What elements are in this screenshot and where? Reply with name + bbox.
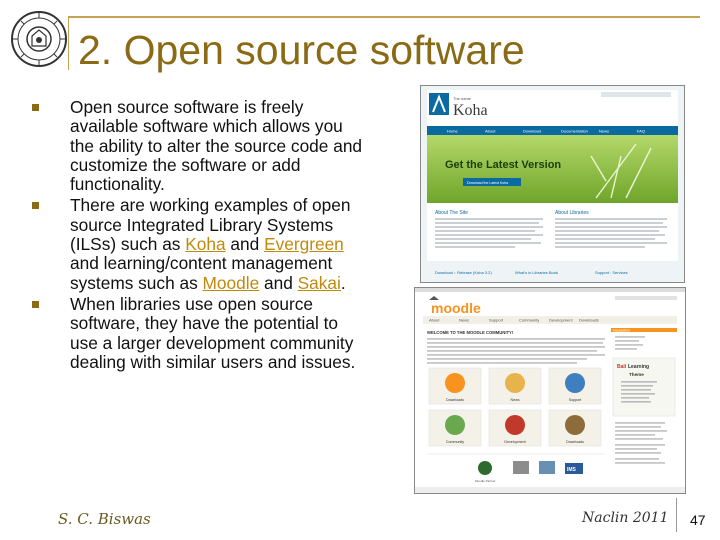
moodle-nav-item: About [429, 318, 440, 323]
moodle-nav-item: Development [549, 318, 573, 323]
moodle-partner: Moodle Partner [475, 479, 496, 483]
koha-logo-small: The name [453, 96, 472, 101]
koha-bottom-link: What's in Libraries Book [515, 270, 558, 275]
slide-title: 2. Open source software [78, 27, 525, 73]
bullet-text: and [259, 272, 298, 293]
bullet-item: When libraries use open source software,… [28, 293, 368, 372]
link-evergreen[interactable]: Evergreen [264, 234, 344, 254]
koha-nav-item: About [485, 129, 496, 134]
koha-nav-item: Download [523, 129, 541, 134]
moodle-welcome: WELCOME TO THE MOODLE COMMUNITY! [427, 330, 513, 335]
koha-nav-item: News [599, 129, 609, 134]
moodle-nav-item: News [459, 318, 469, 323]
svg-text:IMS: IMS [567, 467, 577, 473]
koha-nav-item: FAQ [637, 129, 645, 134]
moodle-tile-label: News [511, 398, 520, 402]
moodle-nav-item: Community [519, 318, 539, 323]
moodle-nav-item: Support [489, 318, 504, 323]
moodle-tile-icon [565, 415, 585, 435]
bullet-item: Open source software is freely available… [28, 97, 368, 195]
moodle-tile-label: Downloads [566, 440, 584, 444]
link-moodle[interactable]: Moodle [203, 273, 260, 293]
koha-page-image: The name Koha Home About Download Documenta… [421, 86, 684, 282]
koha-nav-item: Home [447, 129, 458, 134]
moodle-tile-label: Support [569, 398, 582, 402]
svg-text:Theme: Theme [629, 372, 644, 377]
moodle-logo-text: moodle [431, 300, 481, 316]
moodle-tile-icon [565, 373, 585, 393]
bullet-text: . [340, 272, 346, 293]
moodle-tile-label: Development [504, 440, 525, 444]
link-koha[interactable]: Koha [185, 234, 225, 254]
footer-rule [676, 498, 677, 532]
koha-bottom-link: Download :: Release (Koha 3.2) [435, 270, 492, 275]
institution-seal-logo [11, 11, 67, 67]
page-number: 47 [690, 512, 706, 528]
bullet-square-icon [32, 202, 39, 210]
title-rule-tick [68, 18, 69, 70]
moodle-tile-label: Community [446, 440, 464, 444]
moodle-tile-icon [445, 415, 465, 435]
moodle-side-heading: Navigation [613, 329, 630, 333]
moodle-tile-icon [505, 415, 525, 435]
bullet-text: and [225, 234, 265, 255]
moodle-nav-item: Downloads [579, 318, 599, 323]
moodle-tile-icon [445, 373, 465, 393]
moodle-website-screenshot: moodle About News Support Community Developm… [414, 287, 686, 494]
link-sakai[interactable]: Sakai [298, 273, 341, 293]
footer-author: S. C. Biswas [58, 510, 151, 528]
svg-text:Bali: Bali [617, 364, 627, 370]
koha-about-left: About The Site [435, 210, 468, 216]
bullet-text: Open source software is freely available… [70, 97, 363, 195]
moodle-tile-icon [505, 373, 525, 393]
bullet-item: There are working examples of open sourc… [28, 196, 368, 292]
koha-banner: Get the Latest Version [445, 159, 561, 171]
bullet-square-icon [32, 104, 39, 111]
koha-website-screenshot: The name Koha Home About Download Documenta… [420, 85, 685, 283]
koha-bottom-link: Support : Services [595, 270, 628, 275]
koha-nav-item: Documentation [561, 129, 588, 134]
koha-logo-text: Koha [453, 102, 488, 119]
moodle-page-image: moodle About News Support Community Developm… [415, 288, 685, 493]
moodle-tile-label: Downloads [446, 398, 464, 402]
bullet-text: When libraries use open source software,… [70, 293, 356, 372]
svg-text:Learning: Learning [628, 364, 649, 370]
title-rule [68, 16, 700, 18]
koha-banner-button: Download the Latest Koha [467, 181, 508, 185]
bullet-square-icon [32, 300, 39, 308]
bullet-list: Open source software is freely available… [28, 97, 368, 374]
footer-event: Naclin 2011 [582, 510, 669, 526]
koha-about-right: About Libraries [555, 210, 589, 216]
